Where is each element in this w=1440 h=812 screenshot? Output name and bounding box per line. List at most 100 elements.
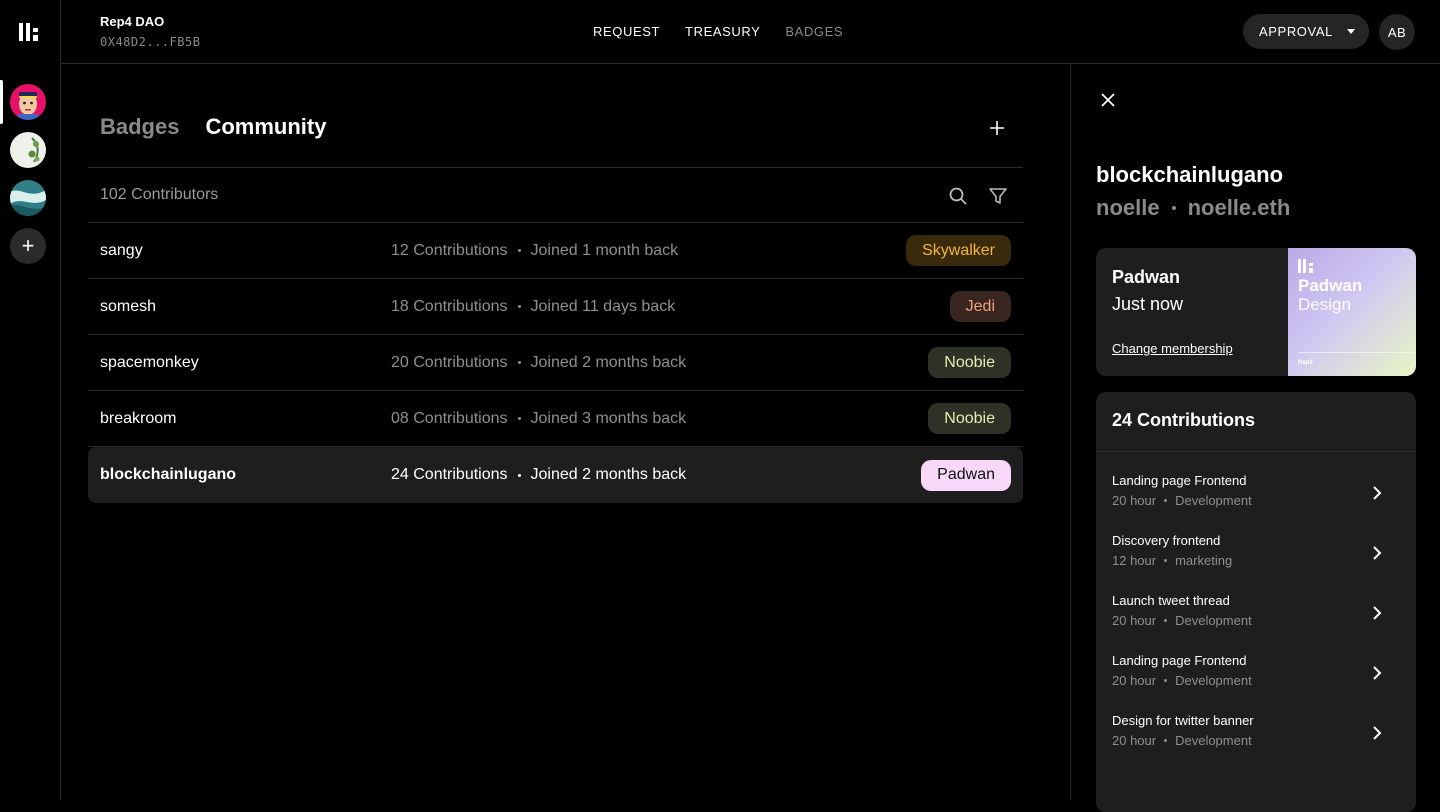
separator-dot bbox=[1164, 679, 1168, 682]
add-dao-button[interactable]: + bbox=[10, 228, 46, 264]
contributor-aliases: noelle noelle.eth bbox=[1096, 195, 1290, 221]
contribution-hours: 20 hour bbox=[1112, 493, 1157, 508]
chevron-right-icon bbox=[1373, 606, 1382, 620]
contributor-title: blockchainlugano bbox=[1096, 162, 1284, 187]
divider bbox=[1096, 451, 1416, 452]
contribution-title: Landing page Frontend bbox=[1112, 653, 1247, 668]
user-avatar[interactable]: AB bbox=[1379, 14, 1415, 50]
contribution-item[interactable]: Landing page Frontend 20 hour Developmen… bbox=[1112, 653, 1400, 697]
tab-community[interactable]: Community bbox=[205, 114, 326, 140]
chevron-down-icon bbox=[1347, 29, 1355, 34]
contributor-name: spacemonkey bbox=[100, 353, 199, 371]
close-icon[interactable] bbox=[1100, 92, 1116, 108]
contributor-name: blockchainlugano bbox=[100, 466, 237, 483]
contributions-count: 08 Contributions bbox=[391, 409, 508, 427]
membership-card: Padwan Just now Change membership Padwan… bbox=[1096, 248, 1416, 376]
chevron-right-icon bbox=[1373, 546, 1382, 560]
contribution-title: Landing page Frontend bbox=[1112, 473, 1247, 488]
filter-icon[interactable] bbox=[988, 186, 1008, 206]
joined-label: Joined 3 months back bbox=[530, 409, 687, 427]
contributions-count: 12 Contributions bbox=[391, 241, 508, 259]
separator-dot bbox=[1164, 619, 1168, 622]
nav-treasury[interactable]: TREASURY bbox=[685, 24, 760, 39]
nav-request[interactable]: REQUEST bbox=[593, 24, 660, 39]
contribution-meta: 12 hour marketing bbox=[1112, 553, 1400, 568]
tab-badges[interactable]: Badges bbox=[100, 114, 179, 140]
table-row[interactable]: somesh 18 Contributions Joined 11 days b… bbox=[88, 279, 1023, 335]
contributions-count: 18 Contributions bbox=[391, 297, 508, 315]
table-row[interactable]: breakroom 08 Contributions Joined 3 mont… bbox=[88, 391, 1023, 447]
top-bar: Rep4 DAO 0X48D2...FB5B REQUEST TREASURY … bbox=[61, 0, 1440, 64]
rep3-logo-icon bbox=[1298, 259, 1313, 273]
contributor-meta: 18 Contributions Joined 11 days back bbox=[391, 298, 675, 316]
contribution-item[interactable]: Discovery frontend 12 hour marketing bbox=[1112, 533, 1400, 577]
table-row[interactable]: spacemonkey 20 Contributions Joined 2 mo… bbox=[88, 335, 1023, 391]
contributor-meta: 24 Contributions Joined 2 months back bbox=[391, 466, 686, 484]
contribution-item[interactable]: Design for twitter banner 20 hour Develo… bbox=[1112, 713, 1400, 757]
active-dao-indicator bbox=[0, 80, 3, 124]
add-contributor-button[interactable] bbox=[987, 118, 1007, 138]
contribution-category: marketing bbox=[1175, 553, 1233, 568]
contribution-item[interactable]: Landing page Frontend 20 hour Developmen… bbox=[1112, 473, 1400, 517]
separator-dot bbox=[1164, 739, 1168, 742]
membership-title: Padwan bbox=[1112, 267, 1181, 287]
dao-avatar-image bbox=[10, 132, 46, 168]
dao-avatar-image bbox=[10, 84, 46, 120]
contribution-hours: 12 hour bbox=[1112, 553, 1157, 568]
contributions-count: 20 Contributions bbox=[391, 353, 508, 371]
contribution-title: Discovery frontend bbox=[1112, 533, 1221, 548]
approval-dropdown[interactable]: APPROVAL bbox=[1243, 14, 1369, 49]
art-divider bbox=[1298, 352, 1416, 353]
dao-address[interactable]: 0X48D2...FB5B bbox=[100, 35, 200, 49]
contribution-category: Development bbox=[1175, 613, 1252, 628]
membership-badge-art: Padwan Design Rep3 bbox=[1288, 248, 1416, 376]
chevron-right-icon bbox=[1373, 666, 1382, 680]
contribution-hours: 20 hour bbox=[1112, 673, 1157, 688]
chevron-right-icon bbox=[1373, 726, 1382, 740]
membership-badge: Jedi bbox=[949, 291, 1011, 322]
contribution-category: Development bbox=[1175, 733, 1252, 748]
separator-dot bbox=[517, 361, 521, 364]
change-membership-link[interactable]: Change membership bbox=[1112, 341, 1233, 356]
separator-dot bbox=[517, 249, 521, 252]
dao-avatar-rep4[interactable] bbox=[10, 84, 46, 120]
contribution-hours: 20 hour bbox=[1112, 613, 1157, 628]
separator-dot bbox=[1171, 206, 1176, 210]
contributor-name: breakroom bbox=[100, 409, 177, 427]
contributor-name: sangy bbox=[100, 241, 143, 259]
separator-dot bbox=[517, 473, 521, 477]
membership-badge: Noobie bbox=[928, 347, 1011, 378]
user-initials: AB bbox=[1387, 24, 1407, 40]
contribution-item[interactable]: Launch tweet thread 20 hour Development bbox=[1112, 593, 1400, 637]
contributor-meta: 08 Contributions Joined 3 months back bbox=[391, 410, 686, 428]
contributors-count: 102 Contributors bbox=[100, 186, 219, 203]
art-footer: Rep3 bbox=[1298, 360, 1313, 366]
dao-avatar-3[interactable] bbox=[10, 180, 46, 216]
app-logo-icon[interactable] bbox=[19, 23, 39, 41]
art-title: Padwan bbox=[1298, 276, 1363, 295]
dao-rail: + bbox=[0, 0, 61, 800]
dao-avatar-2[interactable] bbox=[10, 132, 46, 168]
contribution-meta: 20 hour Development bbox=[1112, 613, 1400, 628]
membership-time: Just now bbox=[1112, 294, 1184, 314]
contribution-meta: 20 hour Development bbox=[1112, 733, 1400, 748]
contribution-category: Development bbox=[1175, 493, 1252, 508]
joined-label: Joined 2 months back bbox=[530, 466, 687, 483]
main-content: Badges Community 102 Contributors sangy … bbox=[61, 64, 1071, 800]
contribution-title: Design for twitter banner bbox=[1112, 713, 1254, 728]
table-row-selected[interactable]: blockchainlugano 24 Contributions Joined… bbox=[88, 447, 1023, 503]
list-header: 102 Contributors bbox=[88, 167, 1023, 223]
search-icon[interactable] bbox=[948, 186, 968, 206]
contributor-ens[interactable]: noelle.eth bbox=[1188, 195, 1291, 221]
contribution-hours: 20 hour bbox=[1112, 733, 1157, 748]
separator-dot bbox=[517, 305, 521, 308]
separator-dot bbox=[1164, 499, 1168, 502]
membership-badge: Skywalker bbox=[906, 235, 1011, 266]
contributions-count: 24 Contributions bbox=[391, 466, 508, 483]
table-row[interactable]: sangy 12 Contributions Joined 1 month ba… bbox=[88, 223, 1023, 279]
contributions-title: 24 Contributions bbox=[1112, 410, 1255, 430]
nav-badges[interactable]: BADGES bbox=[785, 24, 843, 39]
contribution-title: Launch tweet thread bbox=[1112, 593, 1230, 608]
contribution-meta: 20 hour Development bbox=[1112, 493, 1400, 508]
dao-avatar-image bbox=[10, 180, 46, 216]
